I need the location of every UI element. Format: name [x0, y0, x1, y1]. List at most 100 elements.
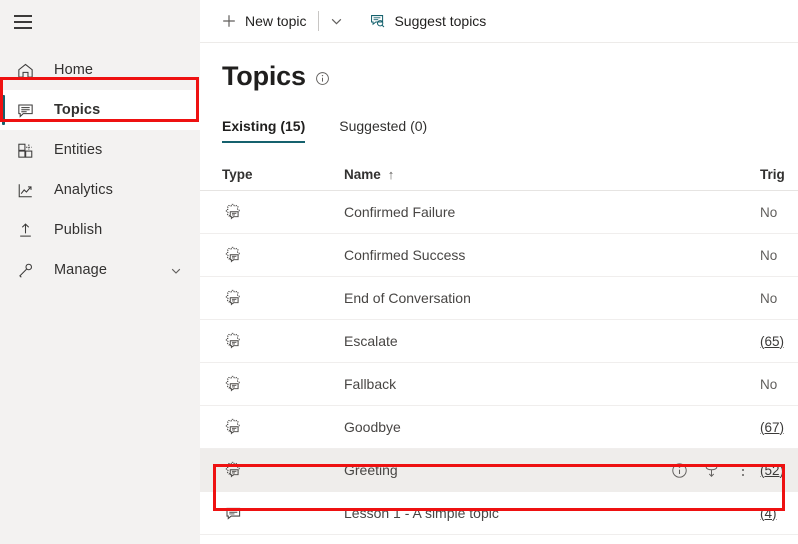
sidebar: Home Topics — [0, 0, 200, 544]
chevron-down-icon[interactable] — [170, 264, 182, 276]
system-topic-icon — [222, 201, 244, 223]
sidebar-item-manage[interactable]: Manage — [0, 250, 200, 290]
sidebar-item-entities[interactable]: Entities — [0, 130, 200, 170]
sidebar-nav-list: Home Topics — [0, 50, 200, 290]
cell-type — [222, 373, 344, 395]
plus-icon — [220, 13, 237, 30]
topics-table: Type Name ↑ Trig — [200, 158, 798, 535]
column-header-trigger[interactable]: Trig — [760, 167, 798, 182]
column-header-label: Trig — [760, 167, 785, 182]
cell-name: Escalate — [344, 333, 760, 349]
sidebar-item-label: Topics — [54, 102, 100, 118]
table-row[interactable]: End of Conversation No — [200, 277, 798, 320]
trigger-value: No — [760, 248, 777, 263]
publish-down-icon[interactable] — [702, 461, 720, 479]
cell-trigger: No — [760, 248, 798, 263]
app-root: Home Topics — [0, 0, 798, 544]
trigger-value: No — [760, 291, 777, 306]
system-topic-icon — [222, 244, 244, 266]
more-options-icon[interactable] — [734, 461, 752, 479]
topic-name: End of Conversation — [344, 290, 471, 306]
cell-trigger: No — [760, 291, 798, 306]
cell-trigger: No — [760, 377, 798, 392]
sidebar-item-analytics[interactable]: Analytics — [0, 170, 200, 210]
cell-trigger: (65) — [760, 334, 798, 349]
trigger-value[interactable]: (52) — [760, 463, 784, 478]
cell-trigger: (67) — [760, 420, 798, 435]
cell-name: Fallback — [344, 376, 760, 392]
command-bar: New topic Suggest topics — [200, 0, 798, 43]
cell-name: Lesson 1 - A simple topic — [344, 505, 760, 521]
home-icon — [14, 59, 36, 81]
cell-type — [222, 201, 344, 223]
trigger-value: No — [760, 205, 777, 220]
sidebar-item-home[interactable]: Home — [0, 50, 200, 90]
trigger-value[interactable]: (65) — [760, 334, 784, 349]
cell-type — [222, 502, 344, 524]
cell-name: Confirmed Success — [344, 247, 760, 263]
topic-name: Greeting — [344, 462, 398, 478]
table-row[interactable]: Confirmed Success No — [200, 234, 798, 277]
system-topic-icon — [222, 416, 244, 438]
cell-type — [222, 330, 344, 352]
info-icon[interactable] — [315, 71, 330, 86]
info-icon[interactable] — [670, 461, 688, 479]
table-row[interactable]: Fallback No — [200, 363, 798, 406]
sidebar-item-topics[interactable]: Topics — [0, 90, 200, 130]
cell-name: Greeting — [344, 462, 760, 478]
cell-type — [222, 244, 344, 266]
tab-existing[interactable]: Existing (15) — [222, 114, 305, 143]
tab-suggested[interactable]: Suggested (0) — [339, 114, 427, 143]
trigger-value[interactable]: (4) — [760, 506, 777, 521]
cell-type — [222, 416, 344, 438]
table-row[interactable]: Escalate (65) — [200, 320, 798, 363]
hamburger-menu-icon[interactable] — [14, 15, 32, 29]
column-header-label: Name — [344, 167, 381, 182]
column-header-name[interactable]: Name ↑ — [344, 167, 760, 182]
sidebar-item-label: Analytics — [54, 182, 113, 198]
trigger-value: No — [760, 377, 777, 392]
new-topic-caret-button[interactable] — [323, 5, 349, 37]
cell-name: End of Conversation — [344, 290, 760, 306]
tab-label: Suggested (0) — [339, 118, 427, 134]
column-header-label: Type — [222, 167, 253, 182]
entities-icon — [14, 139, 36, 161]
suggest-topics-label: Suggest topics — [394, 13, 486, 29]
row-actions — [670, 461, 752, 479]
new-topic-label: New topic — [245, 13, 306, 29]
cell-trigger: (4) — [760, 506, 798, 521]
publish-icon — [14, 219, 36, 241]
page-title: Topics — [222, 61, 306, 92]
command-separator — [318, 11, 319, 31]
topic-name: Confirmed Success — [344, 247, 465, 263]
chevron-down-icon — [330, 15, 343, 28]
trigger-value[interactable]: (67) — [760, 420, 784, 435]
topic-name: Confirmed Failure — [344, 204, 455, 220]
sidebar-item-publish[interactable]: Publish — [0, 210, 200, 250]
cell-trigger: No — [760, 205, 798, 220]
column-header-type[interactable]: Type — [222, 167, 344, 182]
suggest-topics-icon — [369, 13, 386, 30]
system-topic-icon — [222, 373, 244, 395]
topic-name: Escalate — [344, 333, 398, 349]
topic-name: Fallback — [344, 376, 396, 392]
sidebar-item-label: Entities — [54, 142, 102, 158]
suggest-topics-button[interactable]: Suggest topics — [361, 5, 494, 37]
hamburger-menu-wrap — [0, 0, 200, 44]
cell-type — [222, 287, 344, 309]
table-row-greeting[interactable]: Greeting — [200, 449, 798, 492]
page-header: Topics — [200, 43, 798, 92]
cell-trigger: (52) — [760, 463, 798, 478]
topic-name: Lesson 1 - A simple topic — [344, 505, 499, 521]
system-topic-icon — [222, 459, 244, 481]
table-header-row: Type Name ↑ Trig — [200, 158, 798, 191]
table-row[interactable]: Confirmed Failure No — [200, 191, 798, 234]
new-topic-button[interactable]: New topic — [212, 5, 314, 37]
tab-list: Existing (15) Suggested (0) — [222, 114, 798, 143]
topics-icon — [14, 99, 36, 121]
table-row[interactable]: Lesson 1 - A simple topic (4) — [200, 492, 798, 535]
page-title-row: Topics — [222, 61, 798, 92]
system-topic-icon — [222, 287, 244, 309]
table-row[interactable]: Goodbye (67) — [200, 406, 798, 449]
system-topic-icon — [222, 330, 244, 352]
